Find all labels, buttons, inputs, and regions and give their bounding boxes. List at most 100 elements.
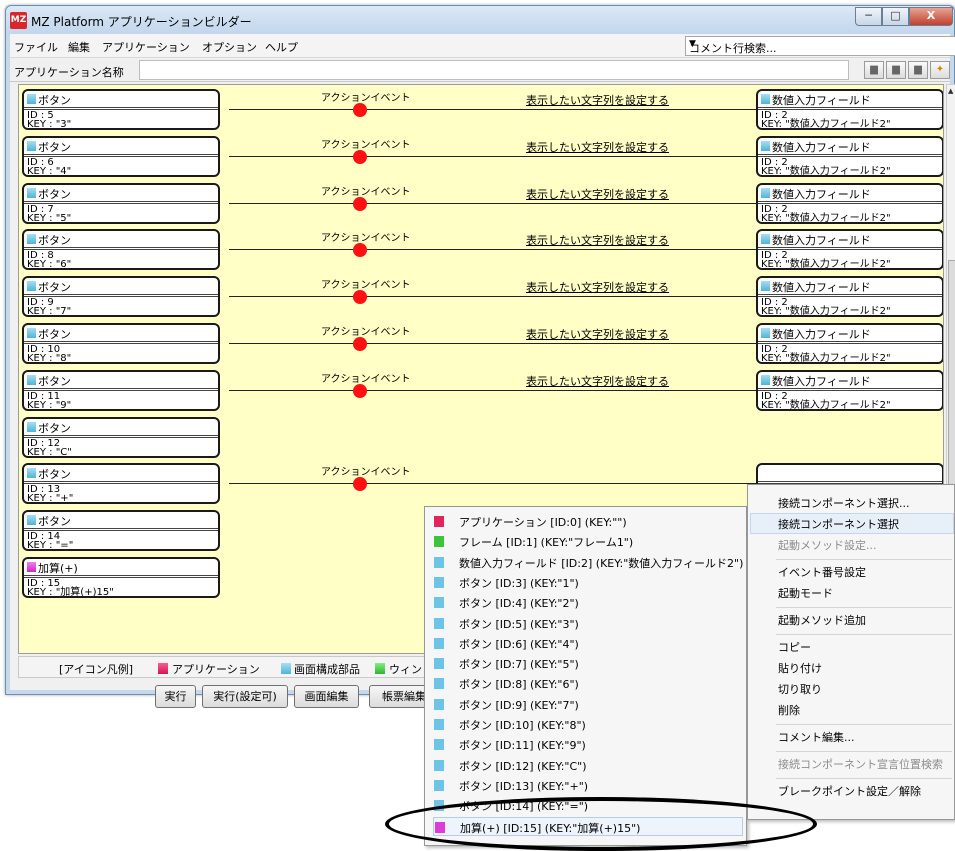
context-menu-item[interactable]: 接続コンポーネント選択... <box>778 495 910 511</box>
menu-separator <box>776 634 952 635</box>
appname-row: アプリケーション名称 ▆ ▆ ▆ ✦ <box>10 58 950 82</box>
connector-dot[interactable] <box>353 197 367 211</box>
button-part-icon <box>27 188 36 198</box>
target-component-box[interactable]: 数値入力フィールド ID : 2 KEY: "数値入力フィールド2" <box>756 136 943 177</box>
target-component-box[interactable]: 数値入力フィールド ID : 2 KEY: "数値入力フィールド2" <box>756 276 943 317</box>
method-label[interactable]: 表示したい文字列を設定する <box>526 373 669 389</box>
connector-dot[interactable] <box>353 290 367 304</box>
title-bar[interactable]: MZ MZ Platform アプリケーションビルダー ─ □ X <box>6 6 954 34</box>
target-component-box[interactable]: 数値入力フィールド ID : 2 KEY: "数値入力フィールド2" <box>756 229 943 270</box>
method-label[interactable]: 表示したい文字列を設定する <box>526 139 669 155</box>
context-menu-item[interactable]: コピー <box>778 639 811 655</box>
connection-line[interactable] <box>229 390 759 391</box>
context-menu-item[interactable]: コメント編集... <box>778 729 855 745</box>
component-list-item[interactable]: ボタン [ID:3] (KEY:"1") <box>433 573 743 592</box>
method-label[interactable]: 表示したい文字列を設定する <box>526 92 669 108</box>
context-menu-item[interactable]: 削除 <box>778 702 800 718</box>
context-menu-item[interactable]: 接続コンポーネント宣言位置検索 <box>778 756 943 772</box>
component-box[interactable]: ボタン ID : 5 KEY : "3" <box>22 89 220 130</box>
component-list-label: ボタン [ID:6] (KEY:"4") <box>459 638 579 651</box>
menu-edit[interactable]: 編集 <box>68 39 90 55</box>
minimize-button[interactable]: ─ <box>855 7 882 26</box>
method-label[interactable]: 表示したい文字列を設定する <box>526 232 669 248</box>
connector-dot[interactable] <box>353 477 367 491</box>
context-menu-item[interactable]: 起動メソッド追加 <box>778 612 866 628</box>
menu-option[interactable]: オプション <box>202 39 257 55</box>
component-list-item[interactable]: ボタン [ID:5] (KEY:"3") <box>433 614 743 633</box>
component-list-item[interactable]: 加算(+) [ID:15] (KEY:"加算(+)15") <box>433 817 743 836</box>
context-menu-item[interactable]: 起動モード <box>778 585 833 601</box>
component-box[interactable]: ボタン ID : 7 KEY : "5" <box>22 183 220 224</box>
folder-icon[interactable]: ▆ <box>886 61 906 79</box>
event-label: アクションイベント <box>321 280 411 291</box>
chevron-down-icon[interactable]: ▼ <box>689 39 955 49</box>
context-menu-item[interactable]: ブレークポイント設定／解除 <box>778 783 921 799</box>
menu-help[interactable]: ヘルプ <box>265 39 298 55</box>
component-list-item[interactable]: ボタン [ID:13] (KEY:"+") <box>433 776 743 795</box>
target-component-box[interactable]: 数値入力フィールド ID : 2 KEY: "数値入力フィールド2" <box>756 89 943 130</box>
component-list-item[interactable]: ボタン [ID:9] (KEY:"7") <box>433 695 743 714</box>
context-menu-item[interactable]: 接続コンポーネント選択 <box>778 516 899 532</box>
component-list-item[interactable]: 数値入力フィールド [ID:2] (KEY:"数値入力フィールド2") <box>433 553 743 572</box>
component-box[interactable]: ボタン ID : 6 KEY : "4" <box>22 136 220 177</box>
connector-dot[interactable] <box>353 150 367 164</box>
component-list-item[interactable]: ボタン [ID:6] (KEY:"4") <box>433 634 743 653</box>
menu-application[interactable]: アプリケーション <box>102 39 190 55</box>
context-menu-item[interactable]: イベント番号設定 <box>778 564 866 580</box>
component-box[interactable]: ボタン ID : 12 KEY : "C" <box>22 417 220 458</box>
menu-file[interactable]: ファイル <box>14 39 58 55</box>
event-label: アクションイベント <box>321 327 411 338</box>
component-list-label: ボタン [ID:5] (KEY:"3") <box>459 618 579 631</box>
component-box[interactable]: ボタン ID : 9 KEY : "7" <box>22 276 220 317</box>
new-folder-icon[interactable]: ✦ <box>930 61 950 79</box>
context-menu-item[interactable]: 起動メソッド設定... <box>778 537 877 553</box>
target-component-box[interactable]: 数値入力フィールド ID : 2 KEY: "数値入力フィールド2" <box>756 370 943 411</box>
component-box[interactable]: ボタン ID : 13 KEY : "+" <box>22 463 220 504</box>
screen-edit-button[interactable]: 画面編集 <box>294 685 359 708</box>
component-list-item[interactable]: ボタン [ID:8] (KEY:"6") <box>433 674 743 693</box>
target-component-box[interactable]: 数値入力フィールド ID : 2 KEY: "数値入力フィールド2" <box>756 183 943 224</box>
connection-line[interactable] <box>229 296 759 297</box>
component-list-item[interactable]: ボタン [ID:12] (KEY:"C") <box>433 756 743 775</box>
component-box[interactable]: ボタン ID : 10 KEY : "8" <box>22 323 220 364</box>
connection-line[interactable] <box>229 109 759 110</box>
connection-line[interactable] <box>229 343 759 344</box>
context-menu-item[interactable]: 貼り付け <box>778 660 822 676</box>
component-list-item[interactable]: アプリケーション [ID:0] (KEY:"") <box>433 512 743 531</box>
target-component-box[interactable]: 数値入力フィールド ID : 2 KEY: "数値入力フィールド2" <box>756 323 943 364</box>
component-box[interactable]: ボタン ID : 8 KEY : "6" <box>22 229 220 270</box>
target-name: 数値入力フィールド <box>772 281 871 294</box>
component-list-item[interactable]: フレーム [ID:1] (KEY:"フレーム1") <box>433 532 743 551</box>
connector-dot[interactable] <box>353 384 367 398</box>
scroll-up-icon[interactable]: ▲ <box>948 87 953 95</box>
connector-dot[interactable] <box>353 103 367 117</box>
method-label[interactable]: 表示したい文字列を設定する <box>526 326 669 342</box>
component-box[interactable]: ボタン ID : 11 KEY : "9" <box>22 370 220 411</box>
component-box[interactable]: 加算(+) ID : 15 KEY : "加算(+)15" <box>22 557 220 598</box>
folder-icon[interactable]: ▆ <box>864 61 884 79</box>
connection-line[interactable] <box>229 156 759 157</box>
connection-line[interactable] <box>229 203 759 204</box>
connector-dot[interactable] <box>353 243 367 257</box>
connection-line[interactable] <box>229 249 759 250</box>
appname-input[interactable] <box>139 60 849 80</box>
folder-icon[interactable]: ▆ <box>908 61 928 79</box>
context-menu[interactable]: 接続コンポーネント選択... 接続コンポーネント選択 起動メソッド設定... イベント… <box>747 484 955 820</box>
component-list-item[interactable]: ボタン [ID:10] (KEY:"8") <box>433 715 743 734</box>
method-label[interactable]: 表示したい文字列を設定する <box>526 279 669 295</box>
run-button[interactable]: 実行 <box>155 685 196 708</box>
maximize-button[interactable]: □ <box>882 7 909 26</box>
component-list-item[interactable]: ボタン [ID:11] (KEY:"9") <box>433 735 743 754</box>
component-list-item[interactable]: ボタン [ID:7] (KEY:"5") <box>433 654 743 673</box>
comment-search-combo[interactable]: コメント行検索... ▼ <box>685 36 955 56</box>
connector-dot[interactable] <box>353 337 367 351</box>
run-configurable-button[interactable]: 実行(設定可) <box>202 685 288 708</box>
connection-line[interactable] <box>229 483 759 484</box>
component-list-popup[interactable]: アプリケーション [ID:0] (KEY:"") フレーム [ID:1] (KEY… <box>424 506 747 846</box>
component-list-item[interactable]: ボタン [ID:14] (KEY:"=") <box>433 796 743 815</box>
method-label[interactable]: 表示したい文字列を設定する <box>526 186 669 202</box>
close-button[interactable]: X <box>909 7 953 26</box>
component-box[interactable]: ボタン ID : 14 KEY : "=" <box>22 510 220 551</box>
component-list-item[interactable]: ボタン [ID:4] (KEY:"2") <box>433 593 743 612</box>
context-menu-item[interactable]: 切り取り <box>778 681 822 697</box>
